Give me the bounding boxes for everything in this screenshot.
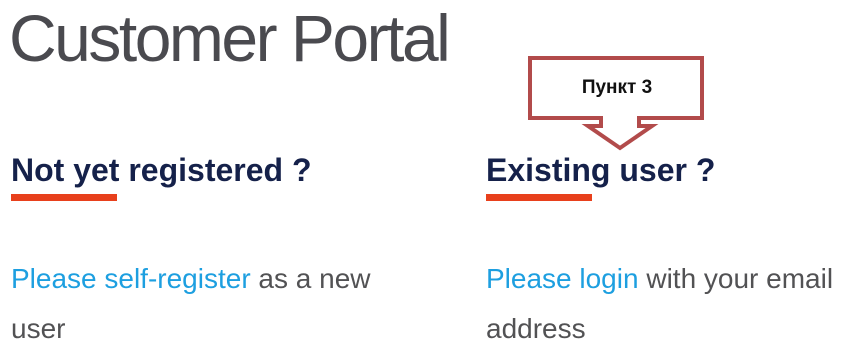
login-section: Existing user ? Please login with your e… — [486, 150, 856, 344]
login-prompt: Please login with your email address — [486, 254, 856, 354]
page-title: Customer Portal — [9, 1, 451, 75]
login-link[interactable]: Please login — [486, 263, 639, 294]
login-heading-underline — [486, 194, 592, 201]
register-heading: Not yet registered ? — [11, 152, 312, 188]
register-prompt: Please self-register as a new user — [11, 254, 411, 354]
self-register-link[interactable]: Please self-register — [11, 263, 251, 294]
annotation-callout: Пункт 3 — [528, 56, 706, 151]
callout-label: Пункт 3 — [581, 77, 653, 98]
login-heading: Existing user ? — [486, 152, 716, 188]
register-heading-underline — [11, 194, 117, 201]
register-section: Not yet registered ? Please self-registe… — [11, 150, 451, 344]
